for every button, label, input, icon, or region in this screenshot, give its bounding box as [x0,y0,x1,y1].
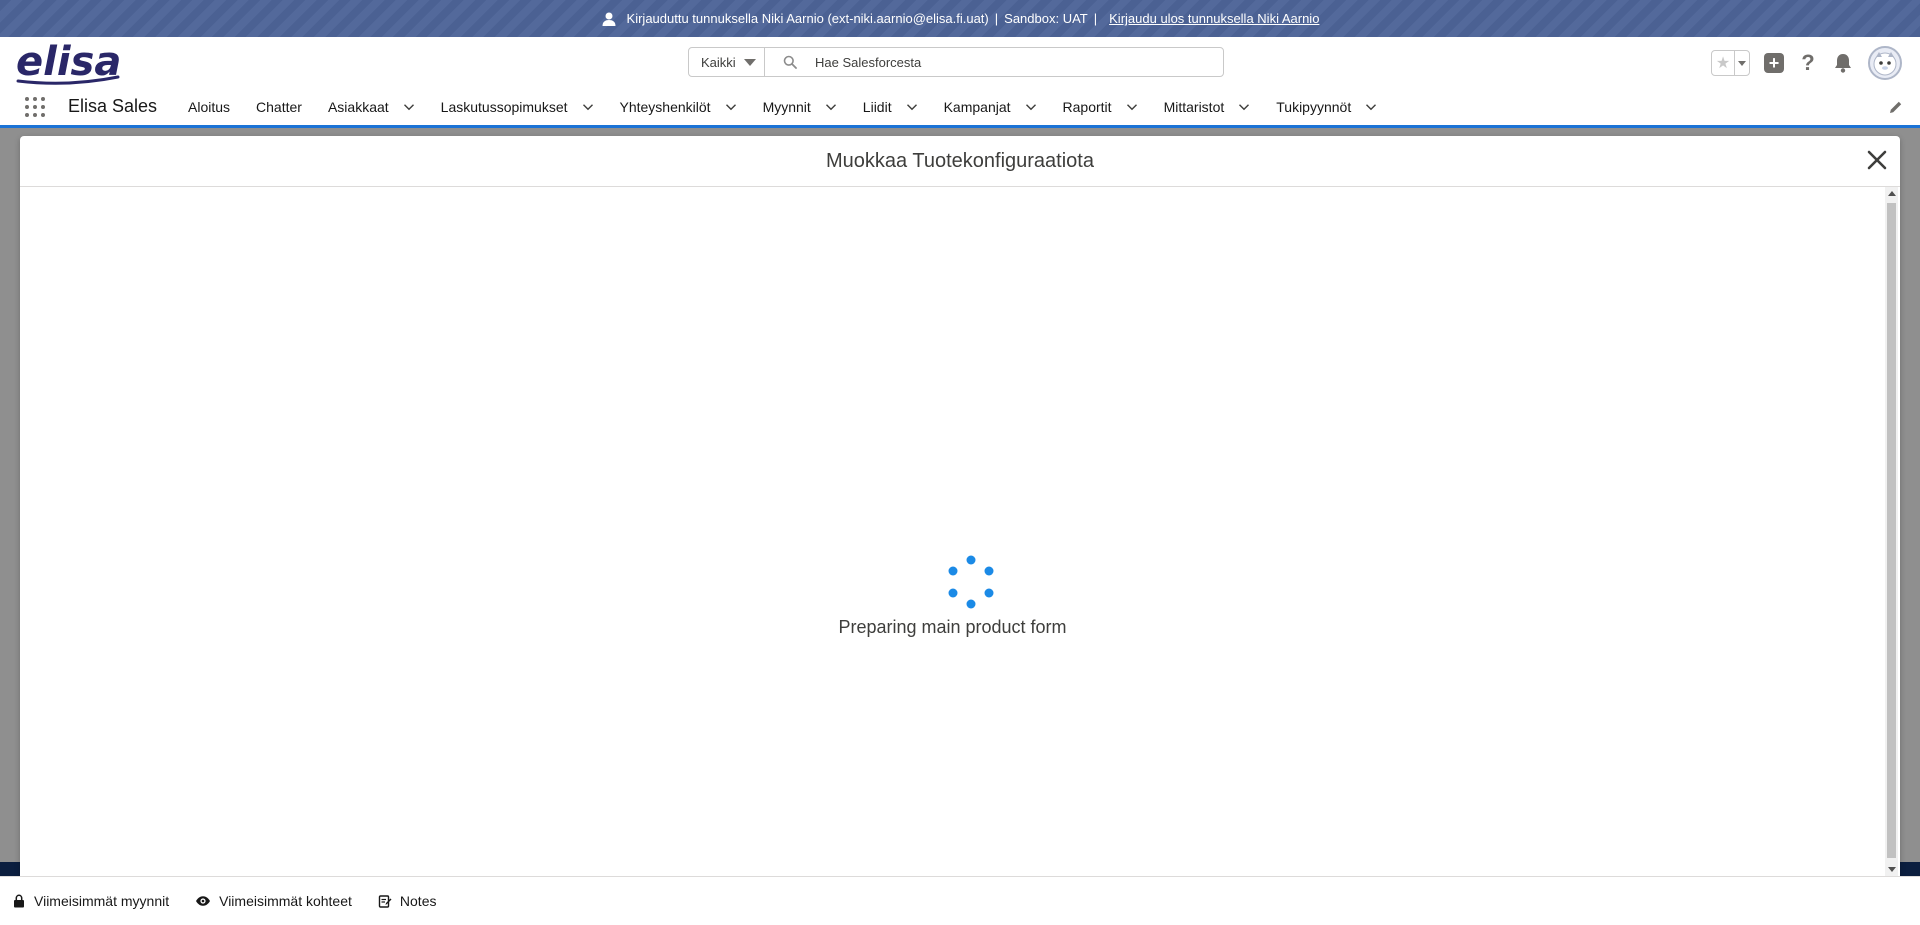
nav-item-label: Mittaristot [1163,99,1225,115]
edit-nav-pencil-icon[interactable] [1888,99,1904,115]
help-icon[interactable]: ? [1798,50,1818,76]
nav-item-raportit[interactable]: Raportit [1050,89,1151,125]
nav-item-label: Yhteyshenkilöt [619,99,711,115]
nav-item-label: Chatter [256,99,302,115]
nav-item-kampanjat[interactable]: Kampanjat [931,89,1050,125]
elisa-logo[interactable]: elisa [14,41,122,85]
impersonation-banner: Kirjauduttu tunnuksella Niki Aarnio (ext… [0,0,1920,37]
logged-in-text: Kirjauduttu tunnuksella Niki Aarnio (ext… [626,11,989,26]
caret-down-icon [744,58,756,66]
nav-item-label: Liidit [862,99,892,115]
nav-item-label: Myynnit [762,99,811,115]
note-icon [378,895,392,908]
chevron-down-icon[interactable] [403,101,415,113]
app-name: Elisa Sales [68,96,158,116]
utility-item-label: Viimeisimmät myynnit [34,893,170,909]
nav-item-laskutussopimukset[interactable]: Laskutussopimukset [428,89,607,125]
modal-scrollbar[interactable] [1885,187,1898,876]
chevron-down-icon[interactable] [582,101,594,113]
nav-item-liidit[interactable]: Liidit [850,89,931,125]
modal-title: Muokkaa Tuotekonfiguraatiota [826,149,1094,172]
edit-product-configuration-modal: Muokkaa Tuotekonfiguraatiota Preparing m… [20,136,1900,876]
global-header: elisa Kaikki ★ + ? [0,37,1920,89]
search-input-wrap [765,48,1223,76]
nav-item-label: Aloitus [188,99,231,115]
user-icon [602,12,616,26]
app-launcher-icon[interactable] [25,97,45,117]
header-actions: ★ + ? [1711,45,1902,81]
sandbox-text: Sandbox: UAT [1004,11,1088,26]
utility-item-label: Notes [399,893,437,909]
favorites-control: ★ [1711,50,1750,76]
scroll-down-arrow-icon[interactable] [1888,867,1896,872]
nav-item-mittaristot[interactable]: Mittaristot [1151,89,1264,125]
notifications-bell-icon[interactable] [1832,52,1854,74]
loading-message: Preparing main product form [838,617,1067,637]
eye-icon [196,896,211,906]
global-search: Kaikki [688,47,1224,77]
chevron-down-icon[interactable] [1238,101,1250,113]
nav-item-chatter[interactable]: Chatter [243,89,315,125]
app-navigation-bar: Elisa Sales Aloitus Chatter Asiakkaat La… [0,89,1920,128]
chevron-down-icon[interactable] [906,101,918,113]
search-input[interactable] [813,53,1197,71]
banner-separator: | [994,11,999,26]
search-scope-label: Kaikki [701,54,736,70]
caret-down-icon [1738,60,1746,66]
nav-item-label: Laskutussopimukset [440,99,568,115]
search-scope-dropdown[interactable]: Kaikki [689,48,765,76]
search-icon [783,55,797,69]
favorites-dropdown-button[interactable] [1734,51,1749,75]
nav-item-myynnit[interactable]: Myynnit [750,89,850,125]
utility-item-recent-sales[interactable]: Viimeisimmät myynnit [12,893,169,909]
nav-item-label: Raportit [1062,99,1112,115]
nav-item-label: Asiakkaat [327,99,389,115]
favorite-star-icon[interactable]: ★ [1712,51,1734,75]
chevron-down-icon[interactable] [825,101,837,113]
loading-spinner-icon [948,555,994,609]
chevron-down-icon[interactable] [1025,101,1037,113]
logout-link[interactable]: Kirjaudu ulos tunnuksella Niki Aarnio [1109,11,1319,26]
utility-item-notes[interactable]: Notes [378,893,437,909]
nav-items: Aloitus Chatter Asiakkaat Laskutussopimu… [175,89,1390,125]
utility-item-recent-items[interactable]: Viimeisimmät kohteet [195,893,352,909]
lock-icon [14,894,24,908]
close-icon[interactable] [1866,149,1888,171]
chevron-down-icon[interactable] [1365,101,1377,113]
modal-header: Muokkaa Tuotekonfiguraatiota [20,136,1900,187]
utility-item-label: Viimeisimmät kohteet [219,893,352,909]
nav-item-aloitus[interactable]: Aloitus [175,89,243,125]
nav-item-tukipyynnot[interactable]: Tukipyynnöt [1263,89,1390,125]
utility-bar: Viimeisimmät myynnit Viimeisimmät kohtee… [0,876,1920,925]
astro-avatar-icon [1873,52,1897,76]
nav-item-asiakkaat[interactable]: Asiakkaat [315,89,428,125]
chevron-down-icon[interactable] [1126,101,1138,113]
chevron-down-icon[interactable] [725,101,737,113]
nav-item-label: Tukipyynnöt [1276,99,1352,115]
user-avatar[interactable] [1868,46,1902,80]
nav-item-yhteyshenkilot[interactable]: Yhteyshenkilöt [607,89,750,125]
global-actions-plus-icon[interactable]: + [1764,53,1784,73]
scrollbar-thumb[interactable] [1887,203,1896,858]
nav-item-label: Kampanjat [943,99,1011,115]
scroll-up-arrow-icon[interactable] [1888,191,1896,196]
banner-separator-2: | [1093,11,1098,26]
modal-body: Preparing main product form [20,187,1900,876]
